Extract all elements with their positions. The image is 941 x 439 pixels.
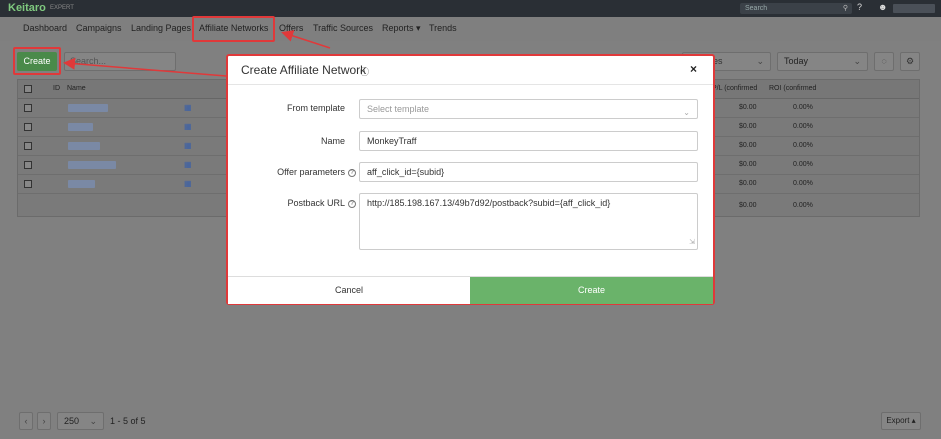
prev-page-button[interactable]: ‹ bbox=[19, 412, 33, 430]
user-name-blurred[interactable] bbox=[893, 4, 935, 13]
chevron-down-icon: ⌄ bbox=[683, 108, 690, 117]
row-checkbox[interactable] bbox=[24, 142, 32, 150]
page-size-select[interactable]: 250 ⌄ bbox=[57, 412, 104, 430]
row-name-blurred[interactable] bbox=[68, 161, 116, 169]
document-icon[interactable]: ▦ bbox=[184, 141, 192, 150]
chevron-down-icon: ⌄ bbox=[89, 416, 97, 426]
global-search-input[interactable]: Search ⚲ bbox=[740, 3, 852, 14]
row-roi: 0.00% bbox=[793, 161, 813, 168]
user-icon[interactable]: ☻ bbox=[878, 2, 887, 12]
name-input[interactable]: MonkeyTraff bbox=[359, 131, 698, 151]
modal-header: Create Affiliate Network ⓘ × bbox=[228, 56, 713, 85]
document-icon[interactable]: ▦ bbox=[184, 160, 192, 169]
app-logo[interactable]: Keitaro bbox=[8, 2, 46, 14]
settings-button[interactable]: ⚙ bbox=[900, 52, 920, 71]
next-page-button[interactable]: › bbox=[37, 412, 51, 430]
period-dropdown-label: Today bbox=[784, 56, 809, 66]
annotation-box-affiliate-networks bbox=[192, 16, 275, 42]
pagination-info: 1 - 5 of 5 bbox=[110, 416, 146, 426]
document-icon[interactable]: ▦ bbox=[184, 122, 192, 131]
row-pl: $0.00 bbox=[739, 142, 757, 149]
top-bar: Keitaro EXPERT Search ⚲ ? ☻ bbox=[0, 0, 941, 17]
page-size-value: 250 bbox=[64, 416, 80, 426]
create-affiliate-network-modal: Create Affiliate Network ⓘ × From templa… bbox=[226, 54, 715, 305]
close-icon[interactable]: × bbox=[690, 62, 697, 76]
nav-traffic-sources[interactable]: Traffic Sources bbox=[313, 23, 373, 33]
select-all-checkbox[interactable] bbox=[24, 85, 32, 93]
row-name-blurred[interactable] bbox=[68, 104, 108, 112]
row-name-blurred[interactable] bbox=[68, 180, 95, 188]
cancel-button[interactable]: Cancel bbox=[228, 277, 470, 304]
modal-title: Create Affiliate Network bbox=[241, 63, 367, 77]
document-icon[interactable]: ▦ bbox=[184, 179, 192, 188]
resize-handle-icon[interactable]: ⇲ bbox=[689, 237, 695, 248]
help-circle-icon[interactable]: ? bbox=[348, 169, 356, 177]
column-header-roi[interactable]: ROI (confirmed bbox=[769, 85, 816, 92]
modal-create-button[interactable]: Create bbox=[470, 277, 713, 304]
chevron-down-icon: ⌄ bbox=[853, 56, 861, 66]
row-pl: $0.00 bbox=[739, 161, 757, 168]
nav-offers[interactable]: Offers bbox=[279, 23, 303, 33]
row-checkbox[interactable] bbox=[24, 161, 32, 169]
nav-landing-pages[interactable]: Landing Pages bbox=[131, 23, 191, 33]
row-roi: 0.00% bbox=[793, 180, 813, 187]
chevron-down-icon: ⌄ bbox=[756, 56, 764, 66]
postback-url-textarea[interactable]: http://185.198.167.13/49b7d92/postback?s… bbox=[359, 193, 698, 250]
document-icon[interactable]: ▦ bbox=[184, 103, 192, 112]
row-checkbox[interactable] bbox=[24, 123, 32, 131]
nav-campaigns[interactable]: Campaigns bbox=[76, 23, 122, 33]
column-header-pl[interactable]: P/L (confirmed bbox=[712, 85, 757, 92]
postback-url-value: http://185.198.167.13/49b7d92/postback?s… bbox=[367, 198, 611, 208]
app-logo-sub: EXPERT bbox=[50, 5, 74, 11]
template-placeholder: Select template bbox=[367, 104, 430, 114]
row-roi: 0.00% bbox=[793, 142, 813, 149]
search-input[interactable]: Search... bbox=[64, 52, 176, 71]
offer-params-label-wrap: Offer parameters? bbox=[248, 167, 356, 177]
column-header-id[interactable]: ID bbox=[53, 85, 60, 92]
help-circle-icon[interactable]: ⓘ bbox=[360, 65, 369, 78]
template-select[interactable]: Select template ⌄ bbox=[359, 99, 698, 119]
export-button[interactable]: Export ▴ bbox=[881, 412, 921, 430]
offer-params-label: Offer parameters bbox=[277, 167, 345, 177]
row-checkbox[interactable] bbox=[24, 104, 32, 112]
help-circle-icon[interactable]: ? bbox=[348, 200, 356, 208]
refresh-icon: ◌ bbox=[881, 56, 887, 66]
period-dropdown[interactable]: Today ⌄ bbox=[777, 52, 868, 71]
totals-roi: 0.00% bbox=[793, 202, 813, 209]
postback-label-wrap: Postback URL? bbox=[248, 198, 356, 208]
row-roi: 0.00% bbox=[793, 123, 813, 130]
gear-icon: ⚙ bbox=[905, 56, 915, 66]
global-search-placeholder: Search bbox=[745, 5, 768, 12]
chevron-left-icon: ‹ bbox=[24, 416, 28, 426]
nav-reports[interactable]: Reports ▾ bbox=[382, 23, 421, 34]
row-pl: $0.00 bbox=[739, 123, 757, 130]
totals-pl: $0.00 bbox=[739, 202, 757, 209]
postback-label: Postback URL bbox=[287, 198, 345, 208]
template-label: From template bbox=[286, 103, 345, 113]
row-roi: 0.00% bbox=[793, 104, 813, 111]
annotation-box-create-button bbox=[13, 47, 61, 75]
nav-dashboard[interactable]: Dashboard bbox=[23, 23, 67, 33]
row-name-blurred[interactable] bbox=[68, 123, 93, 131]
chevron-right-icon: › bbox=[42, 416, 46, 426]
modal-footer: Cancel Create bbox=[228, 276, 713, 304]
row-pl: $0.00 bbox=[739, 180, 757, 187]
search-icon: ⚲ bbox=[842, 5, 848, 12]
offer-params-input[interactable]: aff_click_id={subid} bbox=[359, 162, 698, 182]
row-checkbox[interactable] bbox=[24, 180, 32, 188]
column-header-name[interactable]: Name bbox=[67, 85, 86, 92]
row-pl: $0.00 bbox=[739, 104, 757, 111]
row-name-blurred[interactable] bbox=[68, 142, 100, 150]
nav-trends[interactable]: Trends bbox=[429, 23, 457, 33]
name-label: Name bbox=[320, 136, 345, 146]
refresh-button[interactable]: ◌ bbox=[874, 52, 894, 71]
help-icon[interactable]: ? bbox=[857, 2, 862, 12]
main-nav: Dashboard Campaigns Landing Pages Affili… bbox=[0, 17, 941, 41]
